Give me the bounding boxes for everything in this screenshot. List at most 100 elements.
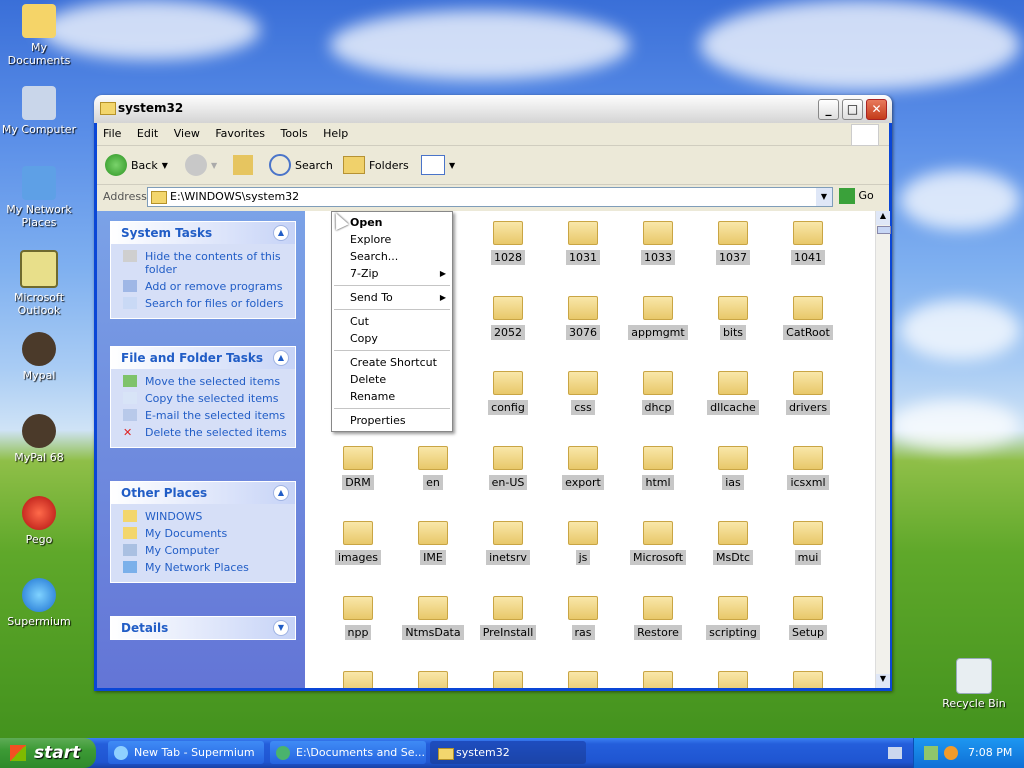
task-search-files[interactable]: Search for files or folders [111, 295, 295, 312]
folder-item[interactable]: CatRoot [773, 296, 843, 340]
folder-item[interactable]: icsxml [773, 446, 843, 490]
panel-header[interactable]: Other Places ▲ [111, 482, 295, 504]
menu-view[interactable]: View [168, 123, 206, 140]
folder-item[interactable]: Microsoft [623, 521, 693, 565]
folder-item[interactable]: en [398, 446, 468, 490]
vertical-scrollbar[interactable]: ▲ ▼ [875, 211, 891, 688]
folder-item[interactable]: images [323, 521, 393, 565]
folder-item[interactable]: npp [323, 596, 393, 640]
folder-item[interactable]: NtmsData [398, 596, 468, 640]
desktop-icon-network-places[interactable]: My Network Places [0, 166, 78, 229]
task-copy-items[interactable]: Copy the selected items [111, 390, 295, 407]
folder-item[interactable]: 2052 [473, 296, 543, 340]
menu-item-copy[interactable]: Copy [332, 330, 452, 347]
maximize-button[interactable]: □ [842, 99, 863, 120]
panel-header[interactable]: File and Folder Tasks ▲ [111, 347, 295, 369]
folder-item[interactable]: drivers [773, 371, 843, 415]
folder-item[interactable] [473, 671, 543, 688]
desktop-icon-supermium[interactable]: Supermium [0, 578, 78, 628]
folder-item[interactable]: export [548, 446, 618, 490]
folder-item[interactable]: 1037 [698, 221, 768, 265]
folder-item[interactable]: dhcp [623, 371, 693, 415]
folder-item[interactable] [323, 671, 393, 688]
forward-button[interactable]: ▼ [185, 152, 217, 178]
folder-item[interactable]: DRM [323, 446, 393, 490]
folder-item[interactable]: appmgmt [623, 296, 693, 340]
place-windows[interactable]: WINDOWS [111, 508, 295, 525]
place-my-computer[interactable]: My Computer [111, 542, 295, 559]
folder-item[interactable]: inetsrv [473, 521, 543, 565]
folder-item[interactable]: en-US [473, 446, 543, 490]
folder-item[interactable]: mui [773, 521, 843, 565]
menu-item-delete[interactable]: Delete [332, 371, 452, 388]
desktop-icon-pego[interactable]: Pego [0, 496, 78, 546]
folder-item[interactable]: 1041 [773, 221, 843, 265]
folder-item[interactable]: html [623, 446, 693, 490]
folder-item[interactable] [548, 671, 618, 688]
desktop-icon-recycle-bin[interactable]: Recycle Bin [935, 658, 1013, 710]
folder-item[interactable]: config [473, 371, 543, 415]
place-network[interactable]: My Network Places [111, 559, 295, 576]
menu-edit[interactable]: Edit [131, 123, 164, 140]
task-new-tab-supermium[interactable]: New Tab - Supermium [108, 741, 264, 764]
folder-item[interactable]: Restore [623, 596, 693, 640]
menu-item-7zip[interactable]: 7-Zip ▶ [332, 265, 452, 282]
desktop-icon-mypal[interactable]: Mypal [0, 332, 78, 382]
menu-item-rename[interactable]: Rename [332, 388, 452, 405]
folder-item[interactable] [398, 671, 468, 688]
task-documents-folder[interactable]: E:\Documents and Se... [270, 741, 426, 764]
address-dropdown-button[interactable]: ▼ [816, 188, 832, 206]
menu-favorites[interactable]: Favorites [209, 123, 271, 140]
folder-item[interactable]: MsDtc [698, 521, 768, 565]
scroll-up-button[interactable]: ▲ [876, 211, 890, 225]
folder-item[interactable]: scripting [698, 596, 768, 640]
place-my-documents[interactable]: My Documents [111, 525, 295, 542]
folder-item[interactable]: js [548, 521, 618, 565]
menu-item-send-to[interactable]: Send To ▶ [332, 289, 452, 306]
folder-item[interactable] [773, 671, 843, 688]
network-tray-icon[interactable] [924, 746, 938, 760]
folder-item[interactable]: PreInstall [473, 596, 543, 640]
search-tray-icon[interactable] [944, 746, 958, 760]
folder-item[interactable]: 3076 [548, 296, 618, 340]
folder-item[interactable]: dllcache [698, 371, 768, 415]
keyboard-icon[interactable] [888, 747, 902, 759]
menu-item-open[interactable]: Open [332, 214, 452, 231]
menu-item-search[interactable]: Search... [332, 248, 452, 265]
task-system32[interactable]: system32 [430, 741, 586, 764]
folder-item[interactable]: bits [698, 296, 768, 340]
menu-item-create-shortcut[interactable]: Create Shortcut [332, 354, 452, 371]
address-input[interactable]: E:\WINDOWS\system32 ▼ [147, 187, 833, 207]
menu-file[interactable]: File [97, 123, 127, 140]
task-hide-contents[interactable]: Hide the contents of this folder [111, 248, 295, 278]
views-button[interactable]: ▼ [421, 152, 455, 178]
folder-item[interactable]: IME [398, 521, 468, 565]
menu-item-explore[interactable]: Explore [332, 231, 452, 248]
close-button[interactable]: ✕ [866, 99, 887, 120]
task-add-remove-programs[interactable]: Add or remove programs [111, 278, 295, 295]
back-button[interactable]: Back ▼ [105, 152, 168, 178]
title-bar[interactable]: system32 _ □ ✕ [94, 95, 892, 123]
folder-item[interactable]: ras [548, 596, 618, 640]
scroll-down-button[interactable]: ▼ [876, 674, 890, 688]
panel-header[interactable]: System Tasks ▲ [111, 222, 295, 244]
minimize-button[interactable]: _ [818, 99, 839, 120]
folder-item[interactable]: 1031 [548, 221, 618, 265]
menu-tools[interactable]: Tools [275, 123, 314, 140]
folder-item[interactable]: 1033 [623, 221, 693, 265]
menu-item-cut[interactable]: Cut [332, 313, 452, 330]
search-button[interactable]: Search [269, 152, 333, 178]
scroll-thumb[interactable] [877, 226, 891, 234]
task-email-items[interactable]: E-mail the selected items [111, 407, 295, 424]
menu-help[interactable]: Help [317, 123, 354, 140]
panel-header[interactable]: Details ▼ [111, 617, 295, 639]
up-folder-button[interactable] [233, 152, 253, 178]
desktop-icon-my-computer[interactable]: My Computer [0, 86, 78, 136]
folder-item[interactable] [698, 671, 768, 688]
desktop-icon-mypal68[interactable]: MyPal 68 [0, 414, 78, 464]
menu-item-properties[interactable]: Properties [332, 412, 452, 429]
folder-item[interactable] [623, 671, 693, 688]
folders-button[interactable]: Folders [343, 152, 409, 178]
task-delete-items[interactable]: ✕ Delete the selected items [111, 424, 295, 441]
folder-item[interactable]: ias [698, 446, 768, 490]
